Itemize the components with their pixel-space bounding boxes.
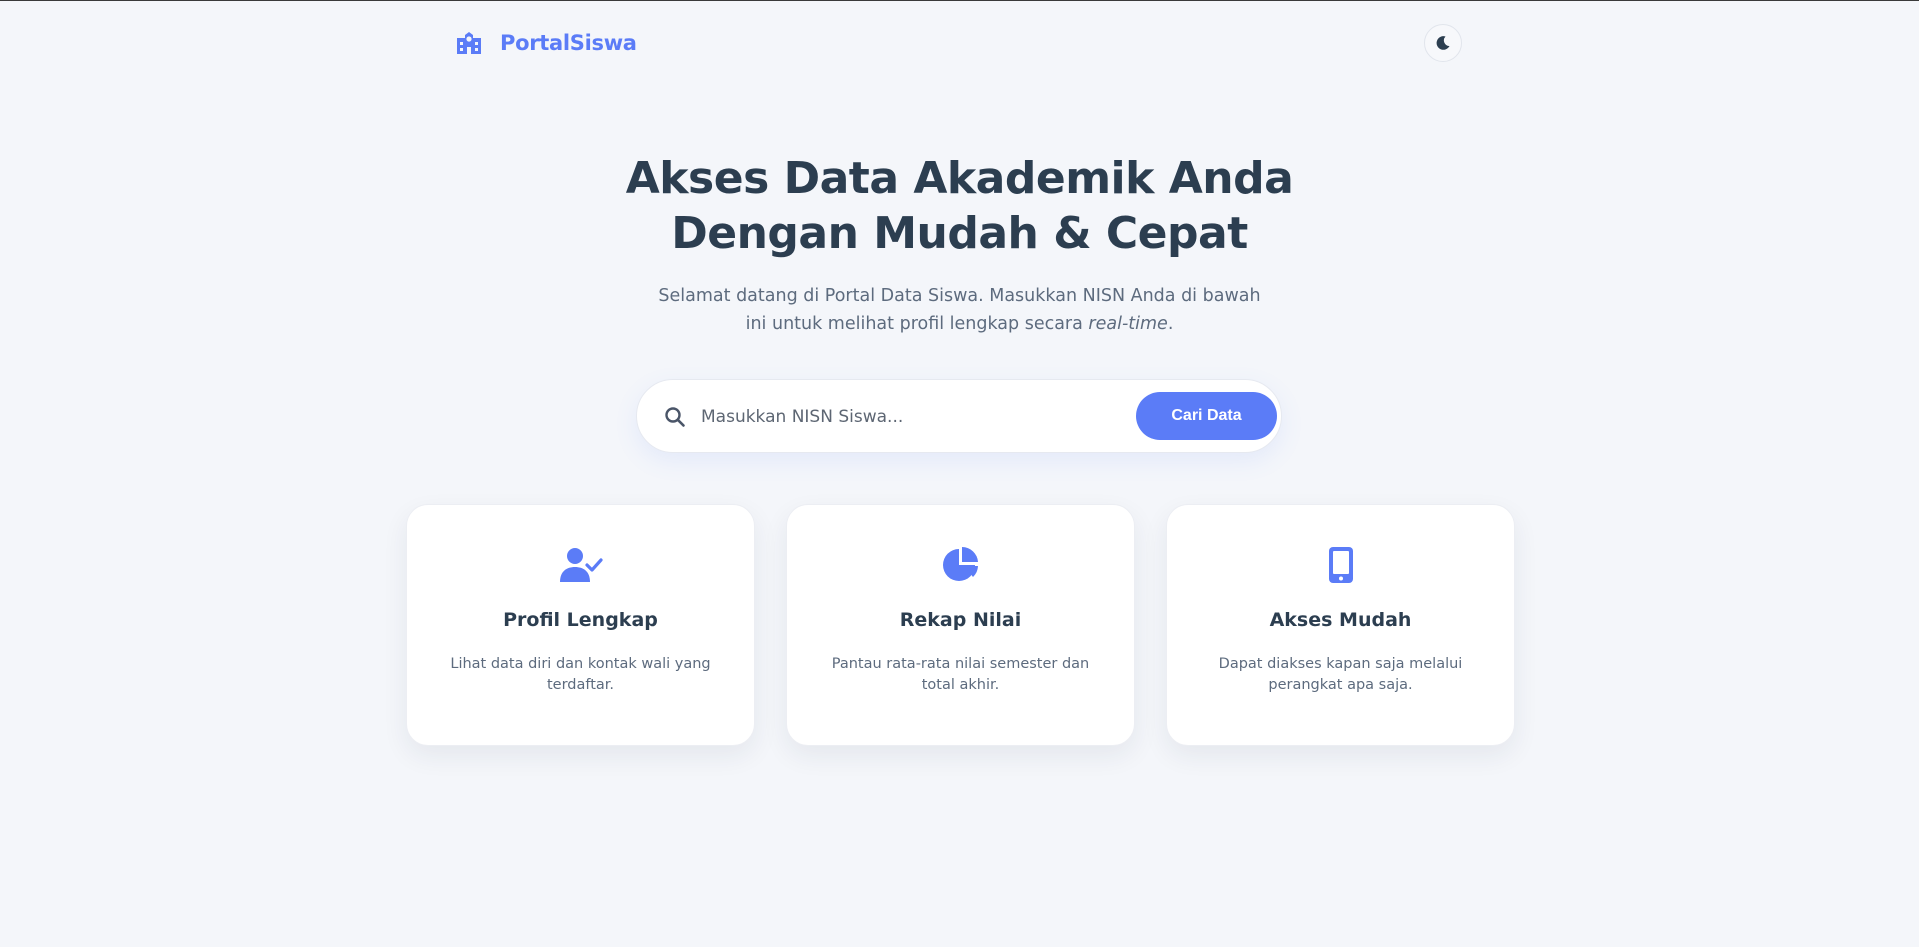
hero-subtitle-suffix: . (1167, 314, 1174, 334)
hero-section: Akses Data Akademik Anda Dengan Mudah & … (0, 151, 1919, 338)
moon-icon (1436, 36, 1450, 50)
feature-title: Profil Lengkap (503, 609, 658, 631)
feature-icon-wrapper (407, 545, 754, 585)
hero-subtitle: Selamat datang di Portal Data Siswa. Mas… (650, 282, 1270, 338)
theme-toggle-button[interactable] (1424, 24, 1462, 62)
feature-icon-wrapper (787, 545, 1134, 585)
feature-description: Pantau rata-rata nilai semester dan tota… (831, 656, 1090, 693)
hero-title-line-1: Akses Data Akademik Anda (625, 153, 1294, 204)
mobile-phone-icon (1328, 547, 1353, 583)
nisn-search-input[interactable] (699, 398, 1123, 436)
user-check-icon (559, 548, 603, 582)
brand-name: PortalSiswa (500, 31, 637, 55)
search-submit-button[interactable]: Cari Data (1136, 392, 1277, 440)
feature-card-profile: Profil Lengkap Lihat data diri dan konta… (406, 504, 755, 746)
nisn-search-form: Cari Data (636, 379, 1282, 453)
feature-description: Dapat diakses kapan saja melalui perangk… (1218, 656, 1463, 693)
feature-title: Rekap Nilai (899, 609, 1022, 631)
search-icon (665, 407, 685, 427)
feature-card-access: Akses Mudah Dapat diakses kapan saja mel… (1166, 504, 1515, 746)
feature-description: Lihat data diri dan kontak wali yang ter… (450, 656, 711, 693)
hero-title: Akses Data Akademik Anda Dengan Mudah & … (580, 151, 1340, 261)
navbar: PortalSiswa (0, 1, 1919, 85)
brand-logo-link[interactable]: PortalSiswa (454, 28, 637, 58)
feature-title: Akses Mudah (1269, 609, 1412, 631)
school-icon (457, 32, 481, 54)
pie-chart-icon (942, 547, 978, 581)
hero-title-line-2: Dengan Mudah & Cepat (671, 208, 1248, 259)
feature-card-grades: Rekap Nilai Pantau rata-rata nilai semes… (786, 504, 1135, 746)
hero-subtitle-emphasis: real-time (1088, 314, 1168, 334)
feature-icon-wrapper (1167, 545, 1514, 585)
